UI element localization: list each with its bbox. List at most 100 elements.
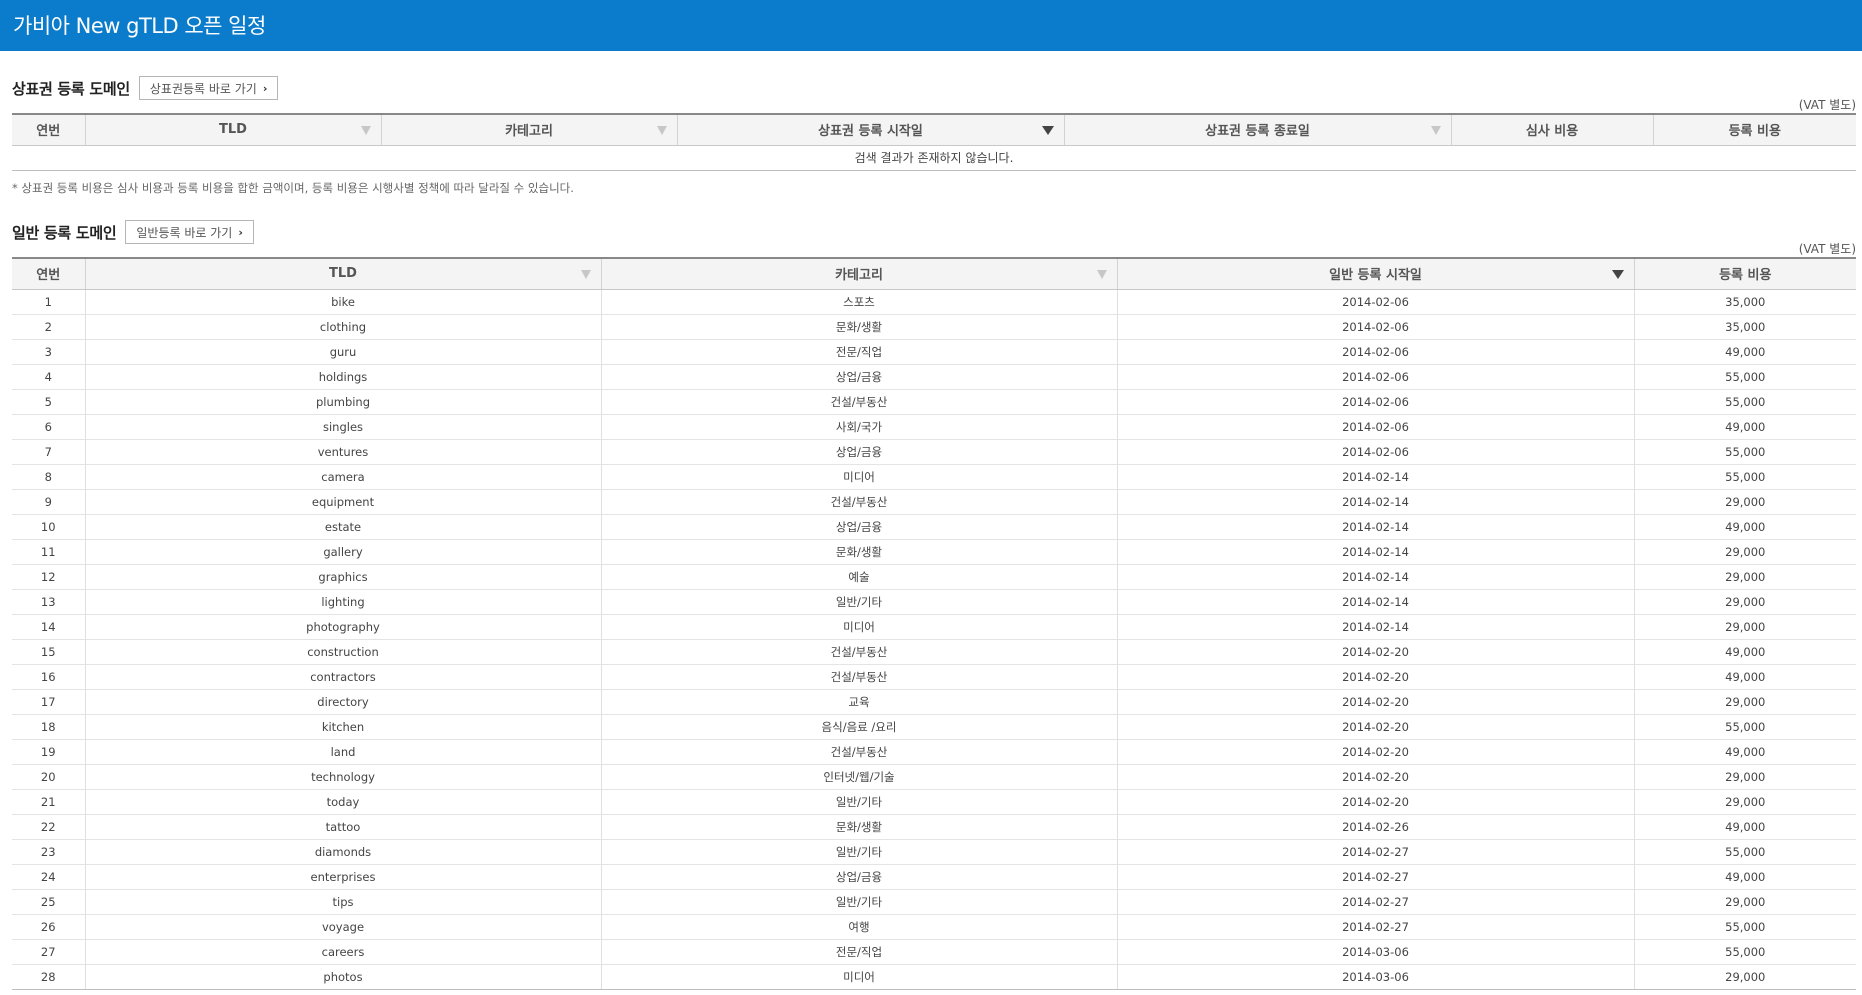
sort-arrow-icon[interactable] — [1041, 126, 1054, 135]
table-row: 11 gallery 문화/생활 2014-02-14 29,000 — [12, 539, 1856, 565]
cell-start-date: 2014-02-06 — [1116, 339, 1634, 365]
cell-reg-fee: 55,000 — [1633, 389, 1856, 415]
table-row: 1 bike 스포츠 2014-02-06 35,000 — [12, 289, 1856, 315]
cell-tld: singles — [84, 414, 601, 440]
trademark-shortcut-label: 상표권등록 바로 가기 — [149, 81, 257, 96]
table-row: 16 contractors 건설/부동산 2014-02-20 49,000 — [12, 664, 1856, 690]
col-header-tld[interactable]: TLD — [84, 113, 381, 146]
table-row: 14 photography 미디어 2014-02-14 29,000 — [12, 614, 1856, 640]
cell-category: 건설/부동산 — [600, 739, 1117, 765]
sort-arrow-icon[interactable] — [580, 270, 591, 279]
col-header-category[interactable]: 카테고리 — [380, 113, 677, 146]
sort-arrow-icon[interactable] — [1611, 270, 1624, 279]
table-row: 12 graphics 예술 2014-02-14 29,000 — [12, 564, 1856, 590]
cell-reg-fee: 29,000 — [1633, 789, 1856, 815]
table-row: 27 careers 전문/직업 2014-03-06 55,000 — [12, 939, 1856, 965]
cell-tld: photography — [84, 614, 601, 640]
chevron-right-icon: › — [262, 81, 268, 95]
cell-no: 13 — [12, 589, 85, 615]
table-row: 17 directory 교육 2014-02-20 29,000 — [12, 689, 1856, 715]
table-row: 2 clothing 문화/생활 2014-02-06 35,000 — [12, 314, 1856, 340]
cell-category: 음식/음료 /요리 — [600, 714, 1117, 740]
cell-tld: careers — [84, 939, 601, 965]
cell-category: 문화/생활 — [600, 539, 1117, 565]
table-row: 25 tips 일반/기타 2014-02-27 29,000 — [12, 889, 1856, 915]
cell-tld: contractors — [84, 664, 601, 690]
cell-category: 상업/금융 — [600, 364, 1117, 390]
cell-reg-fee: 29,000 — [1633, 539, 1856, 565]
cell-tld: photos — [84, 964, 601, 990]
general-shortcut-button[interactable]: 일반등록 바로 가기 › — [125, 220, 254, 244]
col-header-end[interactable]: 상표권 등록 종료일 — [1063, 113, 1451, 146]
sort-arrow-icon[interactable] — [656, 126, 667, 135]
sort-arrow-icon[interactable] — [1430, 126, 1441, 135]
table-row: 21 today 일반/기타 2014-02-20 29,000 — [12, 789, 1856, 815]
cell-start-date: 2014-02-20 — [1116, 664, 1634, 690]
cell-category: 미디어 — [600, 964, 1117, 990]
table-row: 23 diamonds 일반/기타 2014-02-27 55,000 — [12, 839, 1856, 865]
cell-category: 일반/기타 — [600, 839, 1117, 865]
cell-reg-fee: 55,000 — [1633, 914, 1856, 940]
cell-reg-fee: 29,000 — [1633, 889, 1856, 915]
col-header-start[interactable]: 상표권 등록 시작일 — [676, 113, 1064, 146]
cell-reg-fee: 49,000 — [1633, 864, 1856, 890]
cell-tld: equipment — [84, 489, 601, 515]
sort-arrow-icon[interactable] — [360, 126, 371, 135]
cell-reg-fee: 55,000 — [1633, 439, 1856, 465]
table-row: 13 lighting 일반/기타 2014-02-14 29,000 — [12, 589, 1856, 615]
cell-tld: holdings — [84, 364, 601, 390]
cell-start-date: 2014-02-06 — [1116, 439, 1634, 465]
cell-no: 22 — [12, 814, 85, 840]
table-row: 15 construction 건설/부동산 2014-02-20 49,000 — [12, 639, 1856, 665]
cell-no: 27 — [12, 939, 85, 965]
cell-tld: tattoo — [84, 814, 601, 840]
trademark-shortcut-button[interactable]: 상표권등록 바로 가기 › — [138, 76, 279, 100]
table-row: 10 estate 상업/금융 2014-02-14 49,000 — [12, 514, 1856, 540]
cell-no: 3 — [12, 339, 85, 365]
cell-category: 건설/부동산 — [600, 489, 1117, 515]
table-row: 20 technology 인터넷/웹/기술 2014-02-20 29,000 — [12, 764, 1856, 790]
cell-category: 전문/직업 — [600, 339, 1117, 365]
cell-tld: technology — [84, 764, 601, 790]
cell-category: 일반/기타 — [600, 589, 1117, 615]
trademark-vat-note: (VAT 별도) — [1798, 98, 1856, 112]
cell-tld: construction — [84, 639, 601, 665]
cell-start-date: 2014-02-20 — [1116, 689, 1634, 715]
cell-category: 건설/부동산 — [600, 664, 1117, 690]
col-header-tld[interactable]: TLD — [84, 257, 601, 290]
cell-category: 건설/부동산 — [600, 639, 1117, 665]
cell-no: 7 — [12, 439, 85, 465]
cell-category: 상업/금융 — [600, 864, 1117, 890]
cell-category: 여행 — [600, 914, 1117, 940]
table-row: 3 guru 전문/직업 2014-02-06 49,000 — [12, 339, 1856, 365]
cell-reg-fee: 49,000 — [1633, 664, 1856, 690]
cell-reg-fee: 35,000 — [1633, 314, 1856, 340]
table-row: 9 equipment 건설/부동산 2014-02-14 29,000 — [12, 489, 1856, 515]
cell-start-date: 2014-02-27 — [1116, 864, 1634, 890]
table-row: 26 voyage 여행 2014-02-27 55,000 — [12, 914, 1856, 940]
col-header-category[interactable]: 카테고리 — [600, 257, 1117, 290]
cell-no: 20 — [12, 764, 85, 790]
sort-arrow-icon[interactable] — [1096, 270, 1107, 279]
cell-category: 미디어 — [600, 614, 1117, 640]
cell-start-date: 2014-03-06 — [1116, 939, 1634, 965]
cell-category: 교육 — [600, 689, 1117, 715]
cell-no: 21 — [12, 789, 85, 815]
table-row: 28 photos 미디어 2014-03-06 29,000 — [12, 964, 1856, 990]
cell-category: 미디어 — [600, 464, 1117, 490]
cell-no: 5 — [12, 389, 85, 415]
general-shortcut-label: 일반등록 바로 가기 — [136, 225, 233, 240]
col-header-start[interactable]: 일반 등록 시작일 — [1116, 257, 1634, 290]
cell-reg-fee: 55,000 — [1633, 464, 1856, 490]
cell-category: 인터넷/웹/기술 — [600, 764, 1117, 790]
cell-no: 1 — [12, 289, 85, 315]
cell-reg-fee: 29,000 — [1633, 614, 1856, 640]
cell-start-date: 2014-02-14 — [1116, 589, 1634, 615]
header-bar: 가비아 New gTLD 오픈 일정 — [0, 0, 1862, 51]
cell-reg-fee: 35,000 — [1633, 289, 1856, 315]
cell-tld: guru — [84, 339, 601, 365]
cell-no: 17 — [12, 689, 85, 715]
cell-reg-fee: 29,000 — [1633, 589, 1856, 615]
cell-tld: camera — [84, 464, 601, 490]
empty-message: 검색 결과가 존재하지 않습니다. — [12, 145, 1856, 171]
